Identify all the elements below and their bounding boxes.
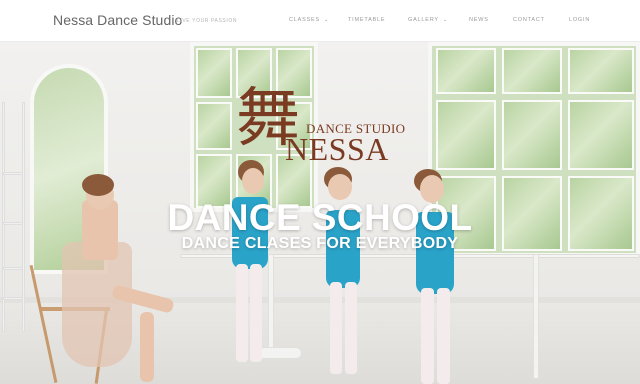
dancer-girl: [421, 288, 434, 384]
teacher: [62, 242, 132, 367]
barre-post: [268, 254, 274, 354]
nav-item-contact[interactable]: CONTACT: [513, 17, 545, 23]
nav-item-label: NEWS: [469, 17, 489, 23]
nav-item-label: GALLERY: [408, 17, 439, 23]
dancer-girl: [250, 264, 262, 362]
nav-item-timetable[interactable]: TIMETABLE: [348, 17, 385, 23]
site-header: Nessa Dance Studio LIVE YOUR PASSION CLA…: [0, 0, 640, 42]
nav-item-login[interactable]: LOGIN: [569, 17, 590, 23]
teacher: [82, 174, 114, 196]
barre-post: [533, 254, 539, 379]
logo-main-text: NESSA: [285, 131, 389, 167]
ladder-step: [3, 297, 23, 300]
hero-title: DANCE SCHOOL: [167, 197, 473, 238]
nav-item-label: LOGIN: [569, 17, 591, 23]
nav-item-label: CLASSES: [289, 17, 320, 23]
hero-subtitle: DANCE CLASES FOR EVERYBODY: [181, 235, 459, 252]
chevron-down-icon: ⌄: [323, 17, 329, 23]
dancer-girl: [437, 288, 450, 384]
teacher: [140, 312, 154, 382]
dancer-girl: [236, 264, 248, 362]
dancer-girl: [345, 282, 357, 374]
ladder-step: [3, 267, 23, 270]
nav-item-label: TIMETABLE: [348, 17, 386, 23]
nav-item-gallery[interactable]: GALLERY ⌄: [408, 17, 448, 23]
studio-logo: 舞 DANCE STUDIO NESSA: [236, 87, 416, 171]
main-nav: CLASSES ⌄ TIMETABLE GALLERY ⌄ NEWS CONTACT…: [0, 17, 640, 25]
nav-item-news[interactable]: NEWS: [469, 17, 489, 23]
dancer-girl: [242, 168, 264, 194]
barre-base: [258, 347, 302, 359]
hero-banner: 舞 DANCE STUDIO NESSA DANCE SCHOOL DANCE …: [0, 42, 640, 384]
ladder-step: [3, 172, 23, 175]
chevron-down-icon: ⌄: [442, 17, 448, 23]
nav-item-classes[interactable]: CLASSES ⌄: [289, 17, 329, 23]
nav-item-label: CONTACT: [513, 17, 545, 23]
dancer-girl: [330, 282, 342, 374]
